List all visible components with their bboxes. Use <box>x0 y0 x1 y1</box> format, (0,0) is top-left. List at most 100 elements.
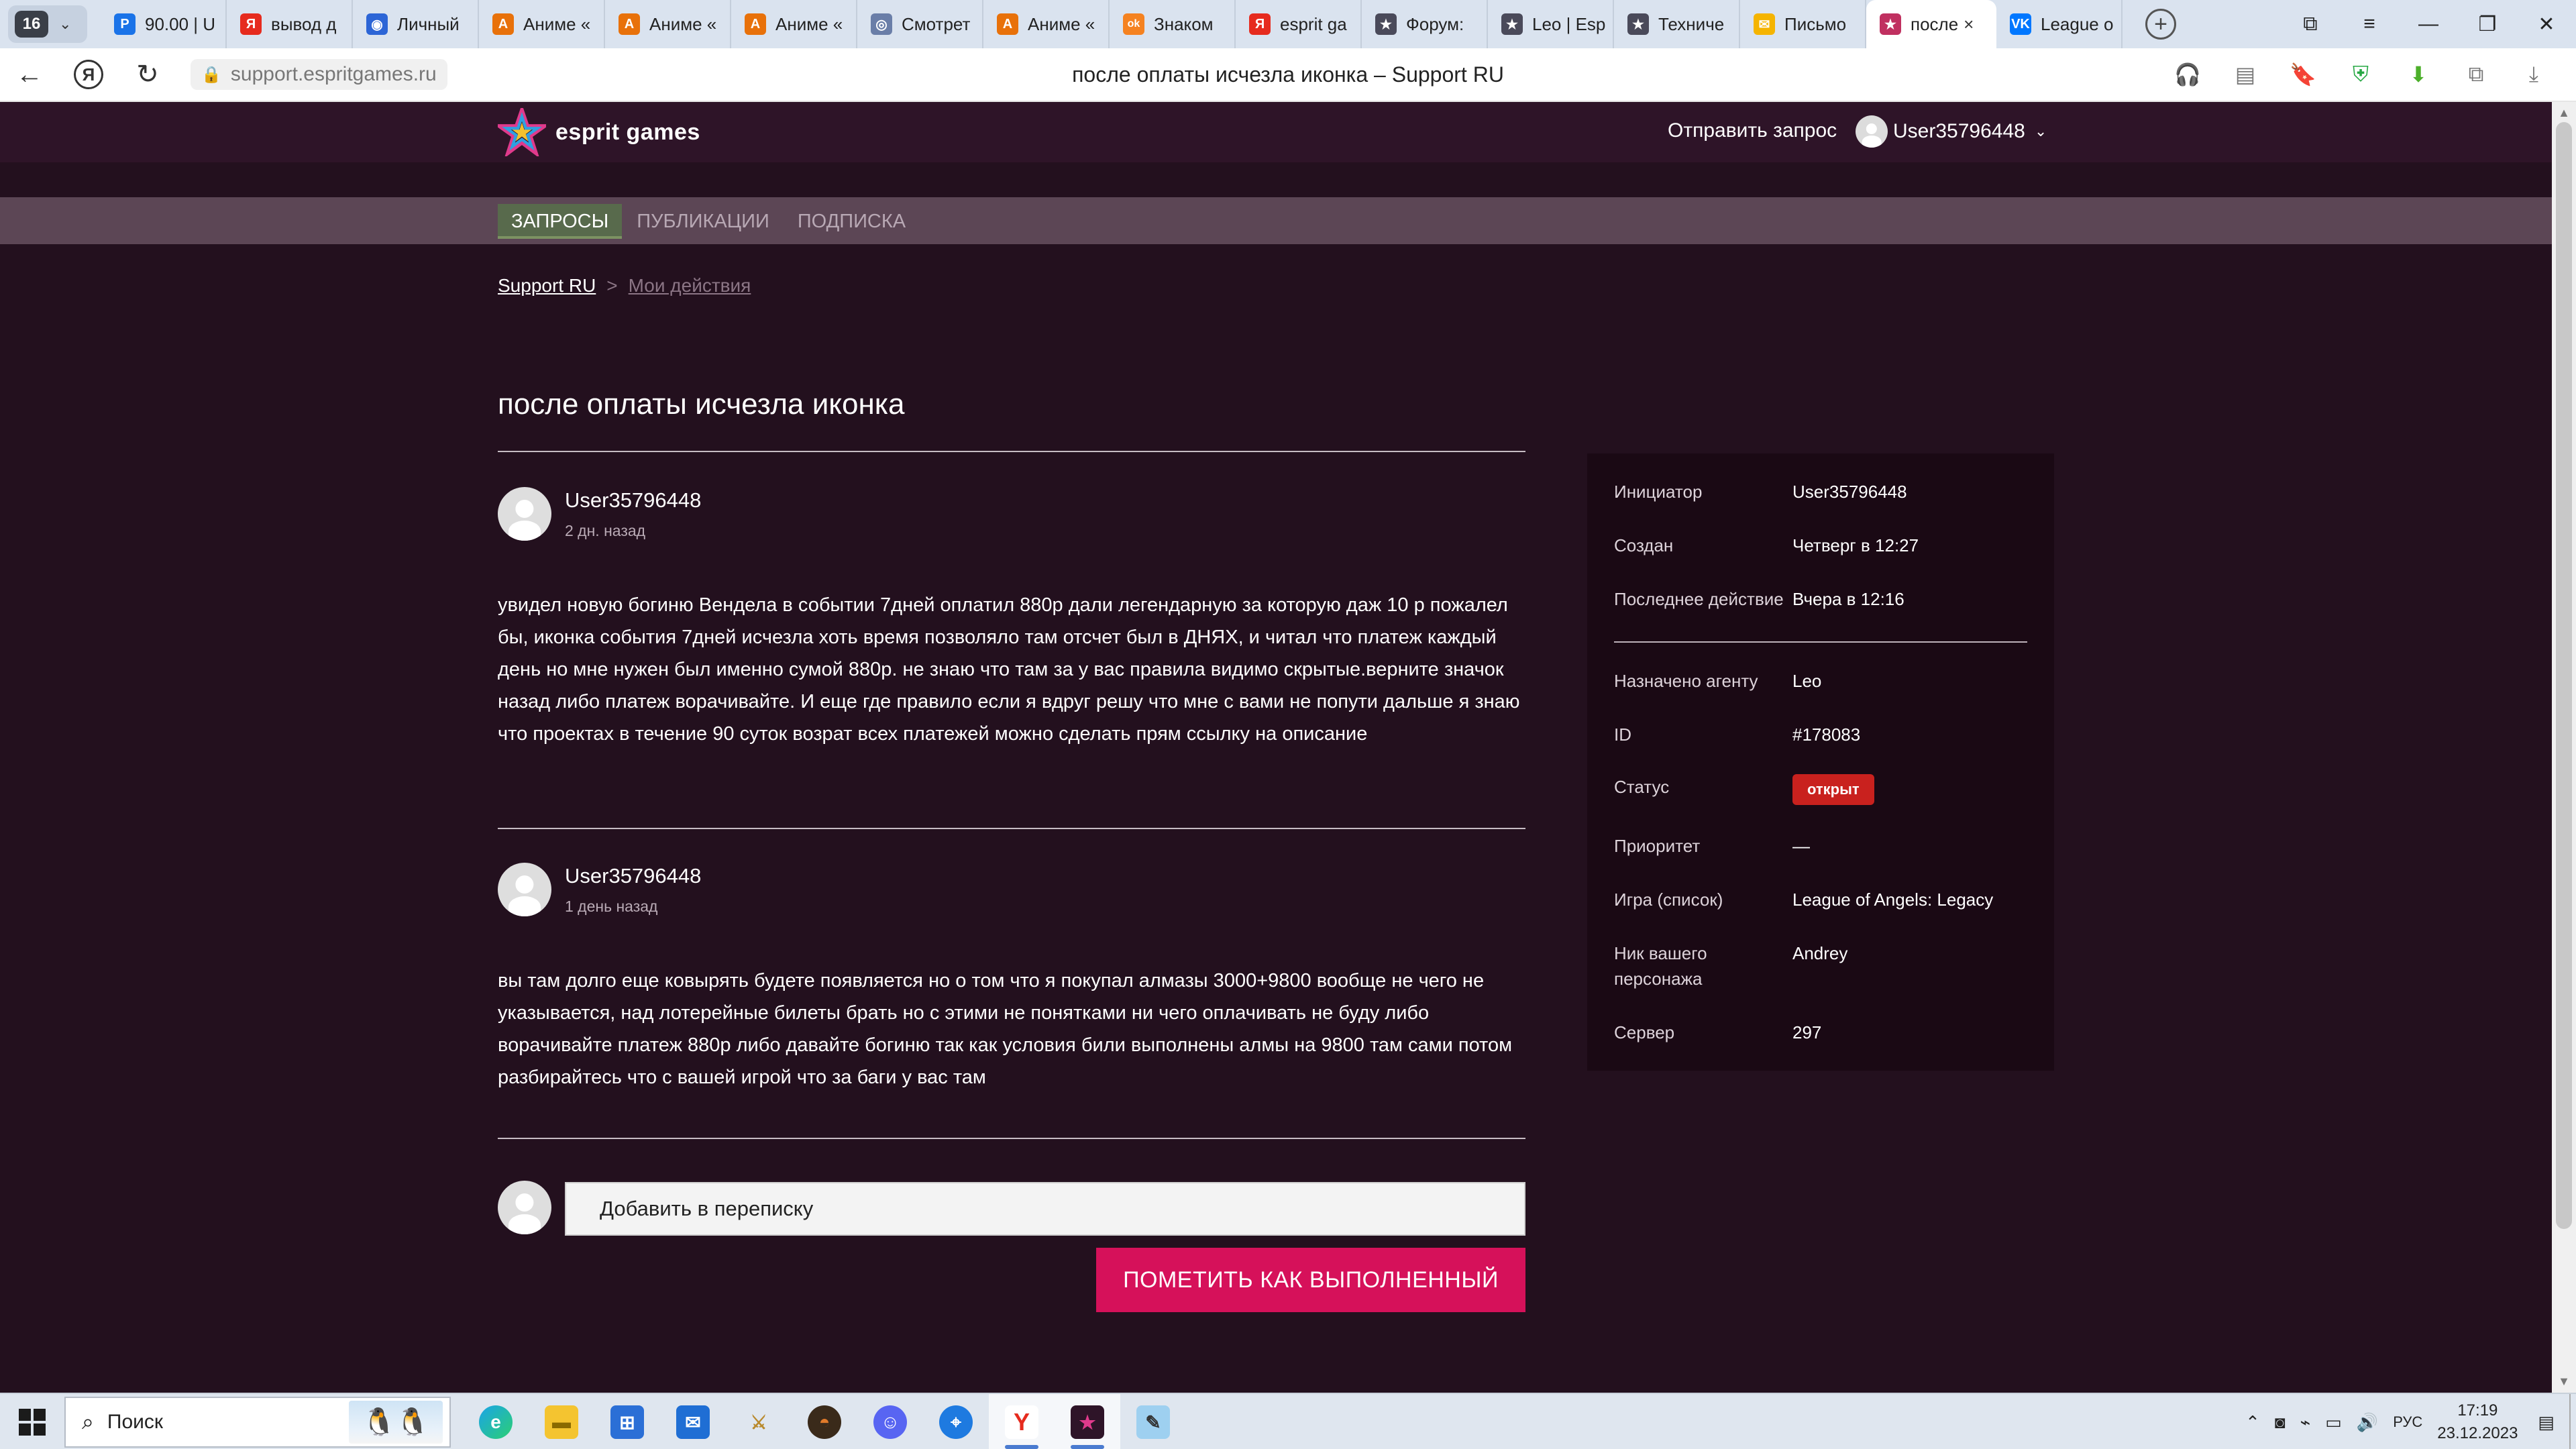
browser-tab[interactable]: ok Знаком <box>1110 0 1236 48</box>
download-arrow-icon[interactable]: ⬇ <box>2390 62 2447 87</box>
yandex-logo-icon[interactable]: Я <box>74 60 103 89</box>
extensions-icon[interactable]: ⧉ <box>2447 62 2505 87</box>
restore-button[interactable]: ❐ <box>2458 13 2517 36</box>
scroll-up-icon[interactable]: ▲ <box>2552 106 2576 120</box>
browser-tab[interactable]: A Аниме « <box>983 0 1110 48</box>
bookmark-icon[interactable]: 🔖 <box>2274 62 2332 87</box>
network-icon[interactable]: ▭ <box>2325 1412 2342 1433</box>
taskbar-explorer[interactable]: ▬ <box>529 1394 594 1449</box>
breadcrumb-root-link[interactable]: Support RU <box>498 275 596 297</box>
penguins-illustration-icon: 🐧🐧 <box>349 1401 443 1444</box>
reader-icon[interactable]: ▤ <box>2216 62 2274 87</box>
reply-input[interactable] <box>565 1182 1525 1236</box>
browser-tab[interactable]: ★ Техниче <box>1614 0 1740 48</box>
tab-title: Смотрет <box>902 13 971 34</box>
send-request-link[interactable]: Отправить запрос <box>1668 119 1837 142</box>
reload-icon[interactable]: ↻ <box>118 59 177 90</box>
downloads-icon[interactable]: ⤓ <box>2505 62 2563 87</box>
back-arrow-icon[interactable]: ← <box>0 60 59 90</box>
taskbar-store[interactable]: ⊞ <box>594 1394 660 1449</box>
main-content: Support RU > Мои действия после оплаты и… <box>0 244 2552 1393</box>
window-controls: ⧉ ≡ — ❐ ✕ <box>2281 0 2576 48</box>
taskbar-discord[interactable]: ☺ <box>857 1394 923 1449</box>
sub-navigation: ЗАПРОСЫ ПУБЛИКАЦИИ ПОДПИСКА <box>0 197 2552 244</box>
minimize-button[interactable]: — <box>2399 13 2458 36</box>
browser-tab[interactable]: A Аниме « <box>479 0 605 48</box>
taskbar-esprit[interactable]: ★ <box>1055 1394 1120 1449</box>
chevron-down-icon: ⌄ <box>59 15 72 32</box>
browser-tab[interactable]: P 90.00 | U <box>101 0 227 48</box>
browser-tab-bar: 16 ⌄ P 90.00 | U Явывод д ◉ Личный A Аниме «A А… <box>0 0 2576 48</box>
tab-title: Личный <box>397 13 460 34</box>
show-desktop-button[interactable] <box>2569 1394 2576 1449</box>
tab-title: esprit ga <box>1280 13 1347 34</box>
scrollbar-thumb[interactable] <box>2556 122 2572 1229</box>
tab-favicon-icon: ★ <box>1501 13 1523 35</box>
headphones-icon[interactable]: 🎧 <box>2159 62 2216 87</box>
browser-tab[interactable]: VK League о <box>1996 0 2123 48</box>
tab-favicon-icon: A <box>492 13 514 35</box>
language-indicator[interactable]: РУС <box>2393 1413 2422 1431</box>
tab-favicon-icon: A <box>997 13 1018 35</box>
tab-title: Знаком <box>1154 13 1214 34</box>
breadcrumb-current-link[interactable]: Мои действия <box>629 275 751 297</box>
browser-tab[interactable]: ★ Форум: <box>1362 0 1488 48</box>
taskbar-paint[interactable]: ✎ <box>1120 1394 1186 1449</box>
taskbar-mail[interactable]: ✉ <box>660 1394 726 1449</box>
site-logo[interactable]: esprit games <box>498 102 700 162</box>
volume-icon[interactable]: 🔊 <box>2357 1412 2378 1433</box>
shield-icon[interactable]: ⛨ <box>2332 62 2390 87</box>
menu-icon[interactable]: ≡ <box>2340 13 2399 36</box>
swords-game-icon: ⚔ <box>750 1411 767 1433</box>
page-scrollbar[interactable]: ▲ ▼ <box>2552 102 2576 1393</box>
taskbar-game1[interactable]: ⚔ <box>726 1394 792 1449</box>
taskbar-edge[interactable]: e <box>463 1394 529 1449</box>
chevron-up-icon[interactable]: ⌃ <box>2245 1412 2260 1433</box>
scroll-down-icon[interactable]: ▼ <box>2552 1375 2576 1389</box>
tab-counter-button[interactable]: 16 ⌄ <box>8 5 87 43</box>
breadcrumb: Support RU > Мои действия <box>498 275 751 297</box>
taskbar-game2[interactable]: ◓ <box>792 1394 857 1449</box>
browser-tab[interactable]: ◎ Смотрет <box>857 0 983 48</box>
user-menu[interactable]: User35796448 ⌄ <box>1856 115 2047 148</box>
windows-start-icon[interactable] <box>19 1409 46 1436</box>
tab-subscription[interactable]: ПОДПИСКА <box>784 204 919 239</box>
tab-title: 90.00 | U <box>145 13 216 34</box>
browser-tab[interactable]: ◉ Личный <box>353 0 479 48</box>
browser-tab[interactable]: A Аниме « <box>605 0 731 48</box>
tab-favicon-icon: P <box>114 13 136 35</box>
windows-taskbar: ⌕ Поиск 🐧🐧 e ▬ ⊞ ✉ ⚔ ◓ ☺ ⌖ Y ★ ✎ ⌃ ◙ ⌁ ▭… <box>0 1393 2576 1449</box>
notifications-icon[interactable]: ▤ <box>2538 1412 2555 1433</box>
browser-tab-active[interactable]: ★ после × <box>1866 0 1996 48</box>
camera-icon[interactable]: ◙ <box>2275 1412 2286 1433</box>
browser-tab[interactable]: ✉ Письмо <box>1740 0 1866 48</box>
tab-publications[interactable]: ПУБЛИКАЦИИ <box>623 204 783 239</box>
url-field[interactable]: 🔒 support.espritgames.ru <box>191 59 447 90</box>
avatar <box>498 487 551 541</box>
taskbar-search[interactable]: ⌕ Поиск 🐧🐧 <box>64 1397 451 1448</box>
taskbar-yandex-browser[interactable]: Y <box>989 1394 1055 1449</box>
breadcrumb-separator: > <box>606 275 618 296</box>
close-tab-icon[interactable]: × <box>1964 14 1974 35</box>
clock[interactable]: 17:19 23.12.2023 <box>2437 1399 2518 1445</box>
tab-strip: P 90.00 | U Явывод д ◉ Личный A Аниме « A Аниме … <box>101 0 2123 48</box>
taskbar-app-blue[interactable]: ⌖ <box>923 1394 989 1449</box>
divider <box>498 451 1525 452</box>
status-badge: открыт <box>1792 774 1874 805</box>
browser-tab[interactable]: Явывод д <box>227 0 353 48</box>
usb-icon[interactable]: ⌁ <box>2300 1412 2311 1433</box>
mark-as-solved-button[interactable]: ПОМЕТИТЬ КАК ВЫПОЛНЕННЫЙ <box>1096 1248 1525 1312</box>
browser-tab[interactable]: ★ Leo | Esp <box>1488 0 1614 48</box>
tab-title: Техниче <box>1658 13 1725 34</box>
collections-icon[interactable]: ⧉ <box>2281 13 2340 36</box>
browser-tab[interactable]: A Аниме « <box>731 0 857 48</box>
clock-time: 17:19 <box>2457 1401 2498 1419</box>
paint-icon: ✎ <box>1136 1405 1170 1439</box>
tab-requests[interactable]: ЗАПРОСЫ <box>498 204 623 239</box>
browser-tab[interactable]: Яesprit ga <box>1236 0 1362 48</box>
close-window-button[interactable]: ✕ <box>2517 13 2576 36</box>
new-tab-button[interactable]: + <box>2145 9 2176 40</box>
tab-title: Аниме « <box>649 13 717 34</box>
tab-favicon-icon: A <box>745 13 766 35</box>
esprit-star-icon: ★ <box>1071 1405 1104 1439</box>
